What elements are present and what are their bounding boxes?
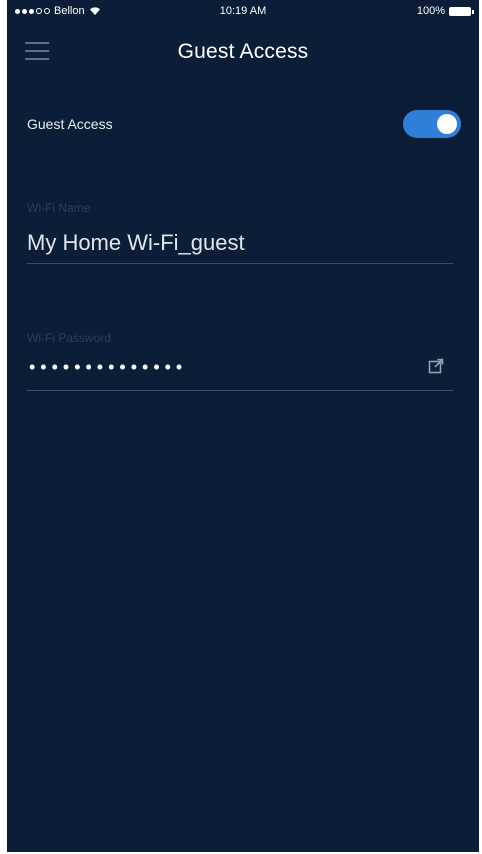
wifi-name-value[interactable]: My Home Wi-Fi_guest: [27, 230, 245, 256]
wifi-password-label: Wi-Fi Password: [27, 331, 112, 345]
status-right: 100%: [416, 5, 474, 17]
battery-percent: 100%: [416, 5, 445, 17]
toggle-knob: [437, 114, 457, 134]
guest-access-label: Guest Access: [27, 116, 113, 132]
wifi-password-value[interactable]: ••••••••••••••: [29, 357, 187, 378]
status-bar: Bellon 10:19 AM 100%: [7, 0, 479, 24]
share-icon[interactable]: [428, 358, 444, 374]
wifi-password-divider: [27, 390, 453, 391]
app-window: Bellon 10:19 AM 100% Guest Access Guest …: [7, 0, 479, 852]
page-title: Guest Access: [177, 40, 309, 63]
guest-access-toggle[interactable]: [403, 110, 461, 138]
wifi-name-label: Wi-Fi Name: [27, 201, 91, 215]
wifi-name-divider: [27, 263, 453, 264]
status-time: 10:19 AM: [219, 5, 267, 17]
battery-icon: [449, 6, 474, 16]
screen: Bellon 10:19 AM 100% Guest Access Guest …: [0, 0, 482, 854]
